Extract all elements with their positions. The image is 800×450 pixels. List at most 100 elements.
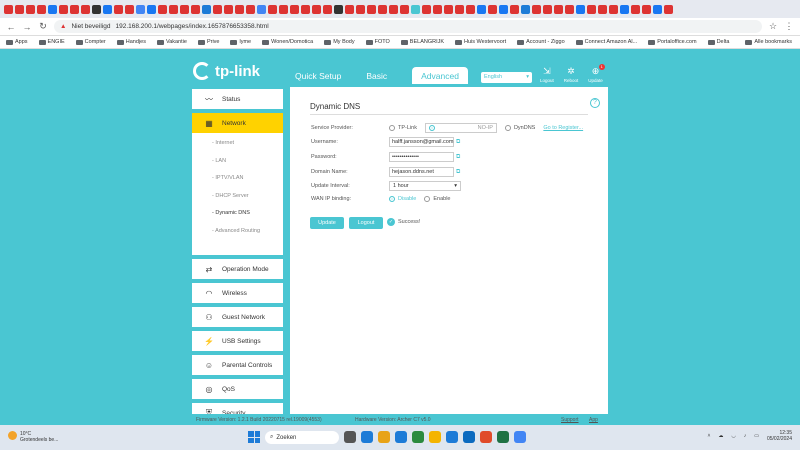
taskbar-app-icon[interactable] <box>395 431 407 443</box>
wifi-icon[interactable]: ◡ <box>731 433 735 439</box>
start-button[interactable] <box>248 431 260 443</box>
provider-tplink[interactable]: TP-Link <box>389 125 417 131</box>
bookmark-item[interactable]: Prive <box>197 39 219 45</box>
subnav-iptv[interactable]: - IPTV/VLAN <box>212 175 283 193</box>
reload-icon[interactable]: ↻ <box>38 21 48 32</box>
browser-tab[interactable] <box>587 4 596 14</box>
bookmark-item[interactable]: Portaloffice.com <box>648 39 697 45</box>
browser-tab[interactable] <box>334 4 343 14</box>
browser-tab[interactable] <box>70 4 79 14</box>
bookmark-item[interactable]: Handjes <box>116 39 146 45</box>
browser-tab[interactable] <box>279 4 288 14</box>
taskbar-app-icon[interactable] <box>361 431 373 443</box>
browser-tab[interactable] <box>59 4 68 14</box>
browser-tab[interactable] <box>191 4 200 14</box>
forward-icon[interactable]: → <box>22 22 32 32</box>
reboot-button[interactable]: ✲ Reboot <box>564 66 579 83</box>
browser-tab[interactable] <box>510 4 519 14</box>
browser-tab[interactable] <box>367 4 376 14</box>
bookmark-item[interactable]: Wonen/Domotica <box>262 39 313 45</box>
weather-widget[interactable]: 10°C Grotendeels be... <box>8 431 58 443</box>
all-bookmarks[interactable]: Alle bookmarks <box>745 39 792 45</box>
taskbar-app-icon[interactable] <box>463 431 475 443</box>
domain-field[interactable]: hejason.ddns.net <box>389 167 454 177</box>
sidebar-item-operation-mode[interactable]: ⇄ Operation Mode <box>192 259 283 279</box>
browser-tab[interactable] <box>532 4 541 14</box>
subnav-ddns[interactable]: - Dynamic DNS <box>212 210 283 228</box>
bookmark-item[interactable]: Connect Amazon Al... <box>575 39 637 45</box>
browser-tab[interactable] <box>103 4 112 14</box>
browser-tab[interactable] <box>235 4 244 14</box>
browser-tab[interactable] <box>521 4 530 14</box>
logout-top-button[interactable]: ⇲ Logout <box>540 66 554 83</box>
bookmark-item[interactable]: FOTO <box>365 39 390 45</box>
register-link[interactable]: Go to Register... <box>543 125 583 131</box>
wan-disable[interactable]: Disable <box>389 196 416 202</box>
password-field[interactable]: •••••••••••••• <box>389 152 454 162</box>
bookmark-item[interactable]: Vakantie <box>156 39 187 45</box>
browser-tab[interactable] <box>169 4 178 14</box>
wan-enable[interactable]: Enable <box>424 196 450 202</box>
subnav-routing[interactable]: - Advanced Routing <box>212 228 283 246</box>
bookmark-item[interactable]: My Body <box>324 39 355 45</box>
browser-tab[interactable] <box>543 4 552 14</box>
browser-tab[interactable] <box>213 4 222 14</box>
browser-tab[interactable] <box>356 4 365 14</box>
browser-tab[interactable] <box>26 4 35 14</box>
bookmark-item[interactable]: BELANGRIJK <box>400 39 444 45</box>
browser-tab[interactable] <box>653 4 662 14</box>
bookmark-item[interactable]: Delta <box>707 39 729 45</box>
browser-tab[interactable] <box>378 4 387 14</box>
browser-tab[interactable] <box>631 4 640 14</box>
browser-tab[interactable] <box>180 4 189 14</box>
taskbar-search[interactable]: ⌕ Zoeken <box>265 431 339 444</box>
browser-tab[interactable] <box>48 4 57 14</box>
bookmark-item[interactable]: Compter <box>75 39 106 45</box>
menu-icon[interactable]: ⋮ <box>784 21 794 32</box>
cloud-icon[interactable]: ☁ <box>718 433 723 439</box>
browser-tab[interactable] <box>477 4 486 14</box>
browser-tab[interactable] <box>554 4 563 14</box>
browser-tab[interactable] <box>323 4 332 14</box>
browser-tab[interactable] <box>290 4 299 14</box>
taskbar-app-icon[interactable] <box>429 431 441 443</box>
browser-tab[interactable] <box>92 4 101 14</box>
logout-button[interactable]: Logout <box>349 217 383 229</box>
subnav-internet[interactable]: - Internet <box>212 140 283 158</box>
browser-tab[interactable] <box>411 4 420 14</box>
url-field[interactable]: ▲ Niet beveiligd 192.168.200.1/webpages/… <box>54 20 762 33</box>
provider-noip[interactable]: NO-IP <box>424 123 497 133</box>
browser-tab[interactable] <box>642 4 651 14</box>
browser-tab[interactable] <box>81 4 90 14</box>
browser-tab[interactable] <box>202 4 211 14</box>
username-field[interactable]: halff.jansson@gmail.com <box>389 137 454 147</box>
volume-icon[interactable]: ♪ <box>744 433 747 439</box>
sidebar-item-qos[interactable]: ◎ QoS <box>192 379 283 399</box>
bookmark-item[interactable]: Huis Westervoort <box>455 39 506 45</box>
taskbar-app-icon[interactable] <box>446 431 458 443</box>
chevron-up-icon[interactable]: ˄ <box>707 433 710 439</box>
browser-tab[interactable] <box>4 4 13 14</box>
taskbar-app-icon[interactable] <box>514 431 526 443</box>
browser-tab[interactable] <box>224 4 233 14</box>
autofill-icon[interactable]: ⧉ <box>456 154 460 161</box>
browser-tab[interactable] <box>37 4 46 14</box>
browser-tab[interactable] <box>246 4 255 14</box>
sidebar-item-guest-network[interactable]: ⚇ Guest Network <box>192 307 283 327</box>
autofill-icon[interactable]: ⧉ <box>456 169 460 176</box>
browser-tab[interactable] <box>466 4 475 14</box>
browser-tab[interactable] <box>565 4 574 14</box>
bookmark-item[interactable]: Apps <box>6 39 28 45</box>
subnav-dhcp[interactable]: - DHCP Server <box>212 193 283 211</box>
back-icon[interactable]: ← <box>6 22 16 32</box>
browser-tab[interactable] <box>15 4 24 14</box>
browser-tab[interactable] <box>455 4 464 14</box>
browser-tab[interactable] <box>136 4 145 14</box>
autofill-icon[interactable]: ⧉ <box>456 139 460 146</box>
support-link[interactable]: Support <box>561 417 579 423</box>
browser-tab[interactable] <box>664 4 673 14</box>
browser-tab[interactable] <box>389 4 398 14</box>
browser-tab[interactable] <box>433 4 442 14</box>
browser-tab[interactable] <box>609 4 618 14</box>
browser-tab[interactable] <box>598 4 607 14</box>
